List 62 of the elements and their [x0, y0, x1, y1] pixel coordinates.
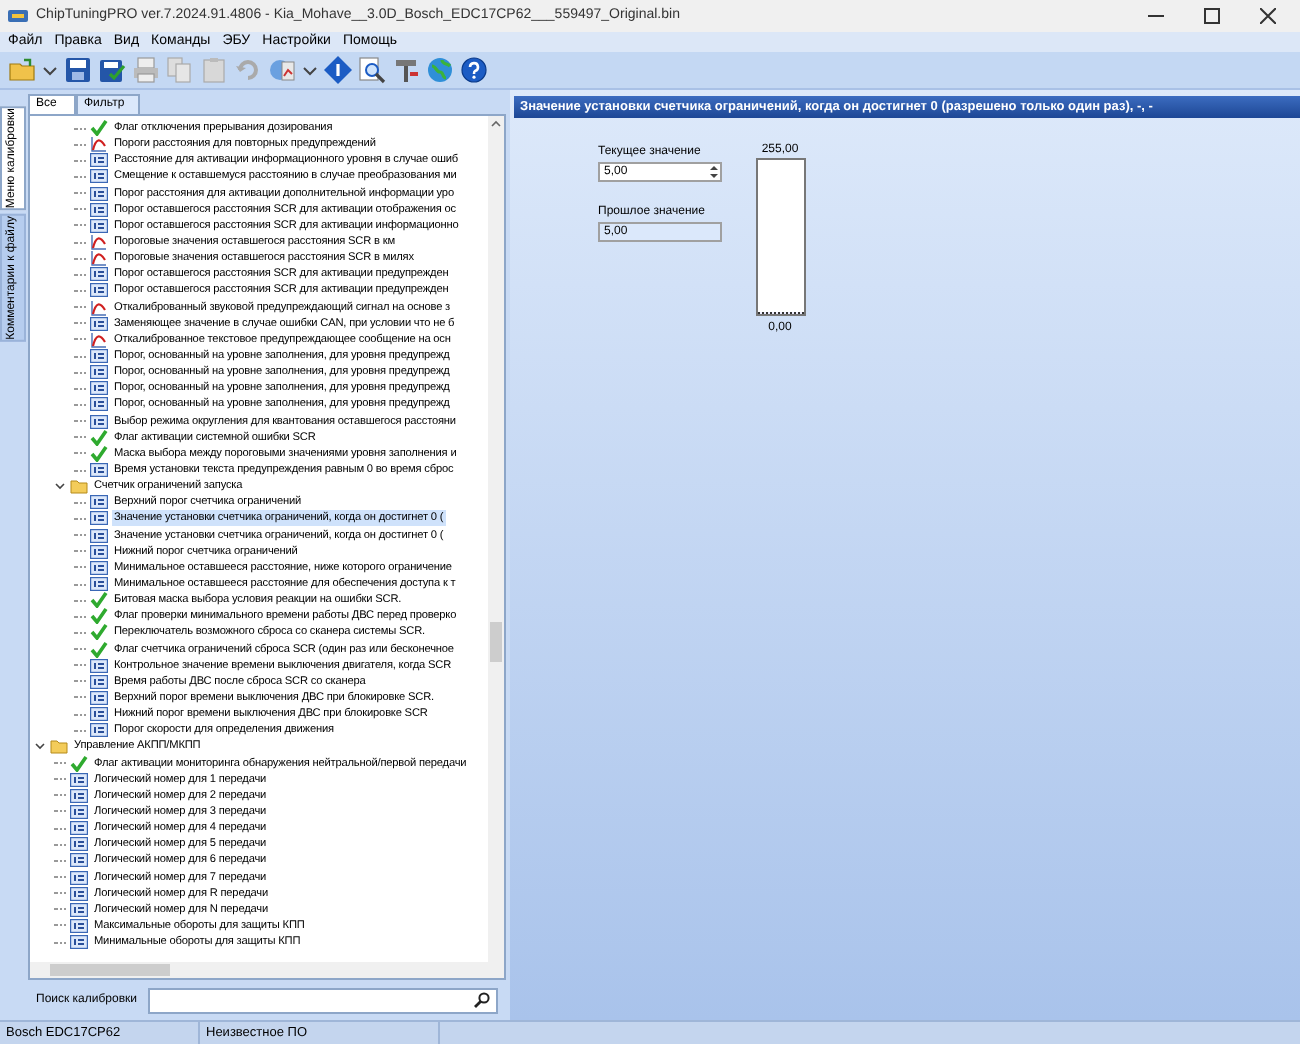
collapse-icon[interactable]	[54, 480, 66, 493]
value-icon	[90, 722, 108, 739]
value-icon	[70, 771, 88, 788]
curve-icon	[90, 331, 108, 348]
value-icon	[90, 706, 108, 723]
curve-icon	[90, 234, 108, 251]
check-icon	[90, 120, 108, 137]
value-icon	[70, 869, 88, 886]
check-icon	[70, 755, 88, 772]
scroll-thumb[interactable]	[490, 622, 502, 662]
value-icon	[90, 364, 108, 381]
value-icon	[90, 673, 108, 690]
value-icon	[70, 885, 88, 902]
value-icon	[90, 315, 108, 332]
value-icon	[90, 510, 108, 527]
value-icon	[90, 559, 108, 576]
value-icon	[90, 543, 108, 560]
diamond-info-icon[interactable]	[324, 56, 352, 84]
search-field[interactable]	[147, 987, 498, 1013]
value-icon	[70, 934, 88, 951]
value-icon	[90, 152, 108, 169]
tools-icon[interactable]	[392, 56, 420, 84]
value-icon	[90, 396, 108, 413]
value-icon	[90, 494, 108, 511]
chart-icon[interactable]	[268, 56, 296, 84]
value-icon	[70, 803, 88, 820]
value-icon	[90, 168, 108, 185]
open-folder-icon[interactable]	[8, 56, 36, 84]
value-icon	[70, 917, 88, 934]
value-icon	[70, 901, 88, 918]
magnifier-icon[interactable]	[358, 56, 386, 84]
value-icon	[90, 413, 108, 430]
curve-icon	[90, 299, 108, 316]
collapse-icon[interactable]	[34, 740, 46, 753]
curve-icon	[90, 250, 108, 267]
value-icon	[90, 185, 108, 202]
value-icon	[90, 527, 108, 544]
value-icon	[90, 217, 108, 234]
app-icon	[8, 8, 28, 24]
value-icon	[90, 282, 108, 299]
value-icon	[70, 820, 88, 837]
value-icon	[70, 852, 88, 869]
horizontal-scrollbar[interactable]	[30, 962, 504, 978]
value-icon	[90, 201, 108, 218]
vertical-scrollbar[interactable]	[488, 116, 504, 962]
value-icon	[70, 836, 88, 853]
curve-icon	[90, 136, 108, 153]
value-icon	[90, 266, 108, 283]
help-icon[interactable]	[460, 56, 488, 84]
save-check-icon[interactable]	[98, 56, 126, 84]
search-icon[interactable]	[474, 992, 490, 1008]
folder-icon	[50, 738, 68, 755]
save-icon[interactable]	[64, 56, 92, 84]
value-icon	[90, 657, 108, 674]
value-icon	[90, 380, 108, 397]
value-icon	[70, 787, 88, 804]
spin-arrows-icon[interactable]	[708, 164, 720, 180]
scroll-up-icon[interactable]	[490, 118, 502, 130]
value-icon	[90, 462, 108, 479]
folder-icon	[70, 478, 88, 495]
value-icon	[90, 689, 108, 706]
value-icon	[90, 348, 108, 365]
